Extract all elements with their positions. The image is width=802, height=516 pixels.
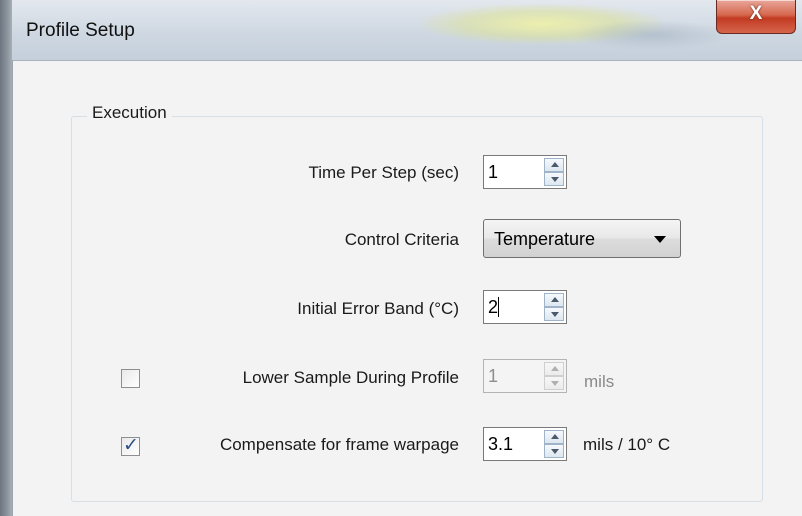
profile-setup-window: Profile Setup X Execution Time Per Step … — [12, 0, 802, 516]
control-criteria-label: Control Criteria — [344, 230, 459, 249]
time-per-step-label: Time Per Step (sec) — [308, 163, 459, 182]
arrow-up-icon — [551, 297, 559, 302]
lower-sample-spinner: 1 — [483, 359, 567, 393]
lower-sample-checkbox[interactable] — [121, 369, 140, 388]
initial-error-band-down-button[interactable] — [544, 307, 564, 321]
arrow-down-icon — [551, 312, 559, 317]
compensate-label: Compensate for frame warpage — [219, 435, 459, 454]
dropdown-arrow-icon — [654, 236, 666, 243]
title-bar-glow-secondary — [572, 20, 732, 50]
lower-sample-down-button — [544, 376, 564, 390]
lower-sample-label: Lower Sample During Profile — [242, 368, 459, 387]
lower-sample-unit: mils — [584, 372, 615, 391]
desktop-background — [0, 0, 12, 516]
lower-sample-value: 1 — [488, 366, 499, 386]
arrow-up-icon — [551, 366, 559, 371]
control-criteria-value: Temperature — [494, 229, 596, 249]
initial-error-band-spinner[interactable]: 2 — [483, 290, 567, 324]
window-title: Profile Setup — [26, 20, 135, 41]
arrow-down-icon — [551, 381, 559, 386]
compensate-checkbox[interactable]: ✓ — [121, 435, 140, 456]
compensate-down-button[interactable] — [544, 444, 564, 458]
checkmark-icon: ✓ — [123, 435, 139, 456]
initial-error-band-up-button[interactable] — [544, 293, 564, 307]
text-caret — [498, 297, 499, 317]
execution-group-label: Execution — [87, 103, 172, 123]
compensate-unit: mils / 10° C — [583, 435, 671, 454]
arrow-down-icon — [551, 449, 559, 454]
compensate-value[interactable]: 3.1 — [488, 434, 513, 455]
dialog-content: Execution Time Per Step (sec) 1 Control … — [12, 60, 802, 516]
time-per-step-value[interactable]: 1 — [488, 162, 498, 183]
initial-error-band-label: Initial Error Band (°C) — [297, 299, 459, 318]
compensate-spinner[interactable]: 3.1 — [483, 427, 567, 461]
compensate-up-button[interactable] — [544, 430, 564, 444]
lower-sample-up-button — [544, 362, 564, 376]
close-icon: X — [749, 3, 763, 24]
time-per-step-up-button[interactable] — [544, 158, 564, 172]
time-per-step-down-button[interactable] — [544, 172, 564, 186]
title-bar[interactable]: Profile Setup X — [12, 0, 802, 60]
close-button[interactable]: X — [716, 0, 796, 34]
initial-error-band-value[interactable]: 2 — [488, 297, 498, 318]
time-per-step-spinner[interactable]: 1 — [483, 155, 567, 189]
arrow-up-icon — [551, 434, 559, 439]
arrow-down-icon — [551, 177, 559, 182]
control-criteria-dropdown[interactable]: Temperature — [483, 219, 681, 258]
arrow-up-icon — [551, 162, 559, 167]
